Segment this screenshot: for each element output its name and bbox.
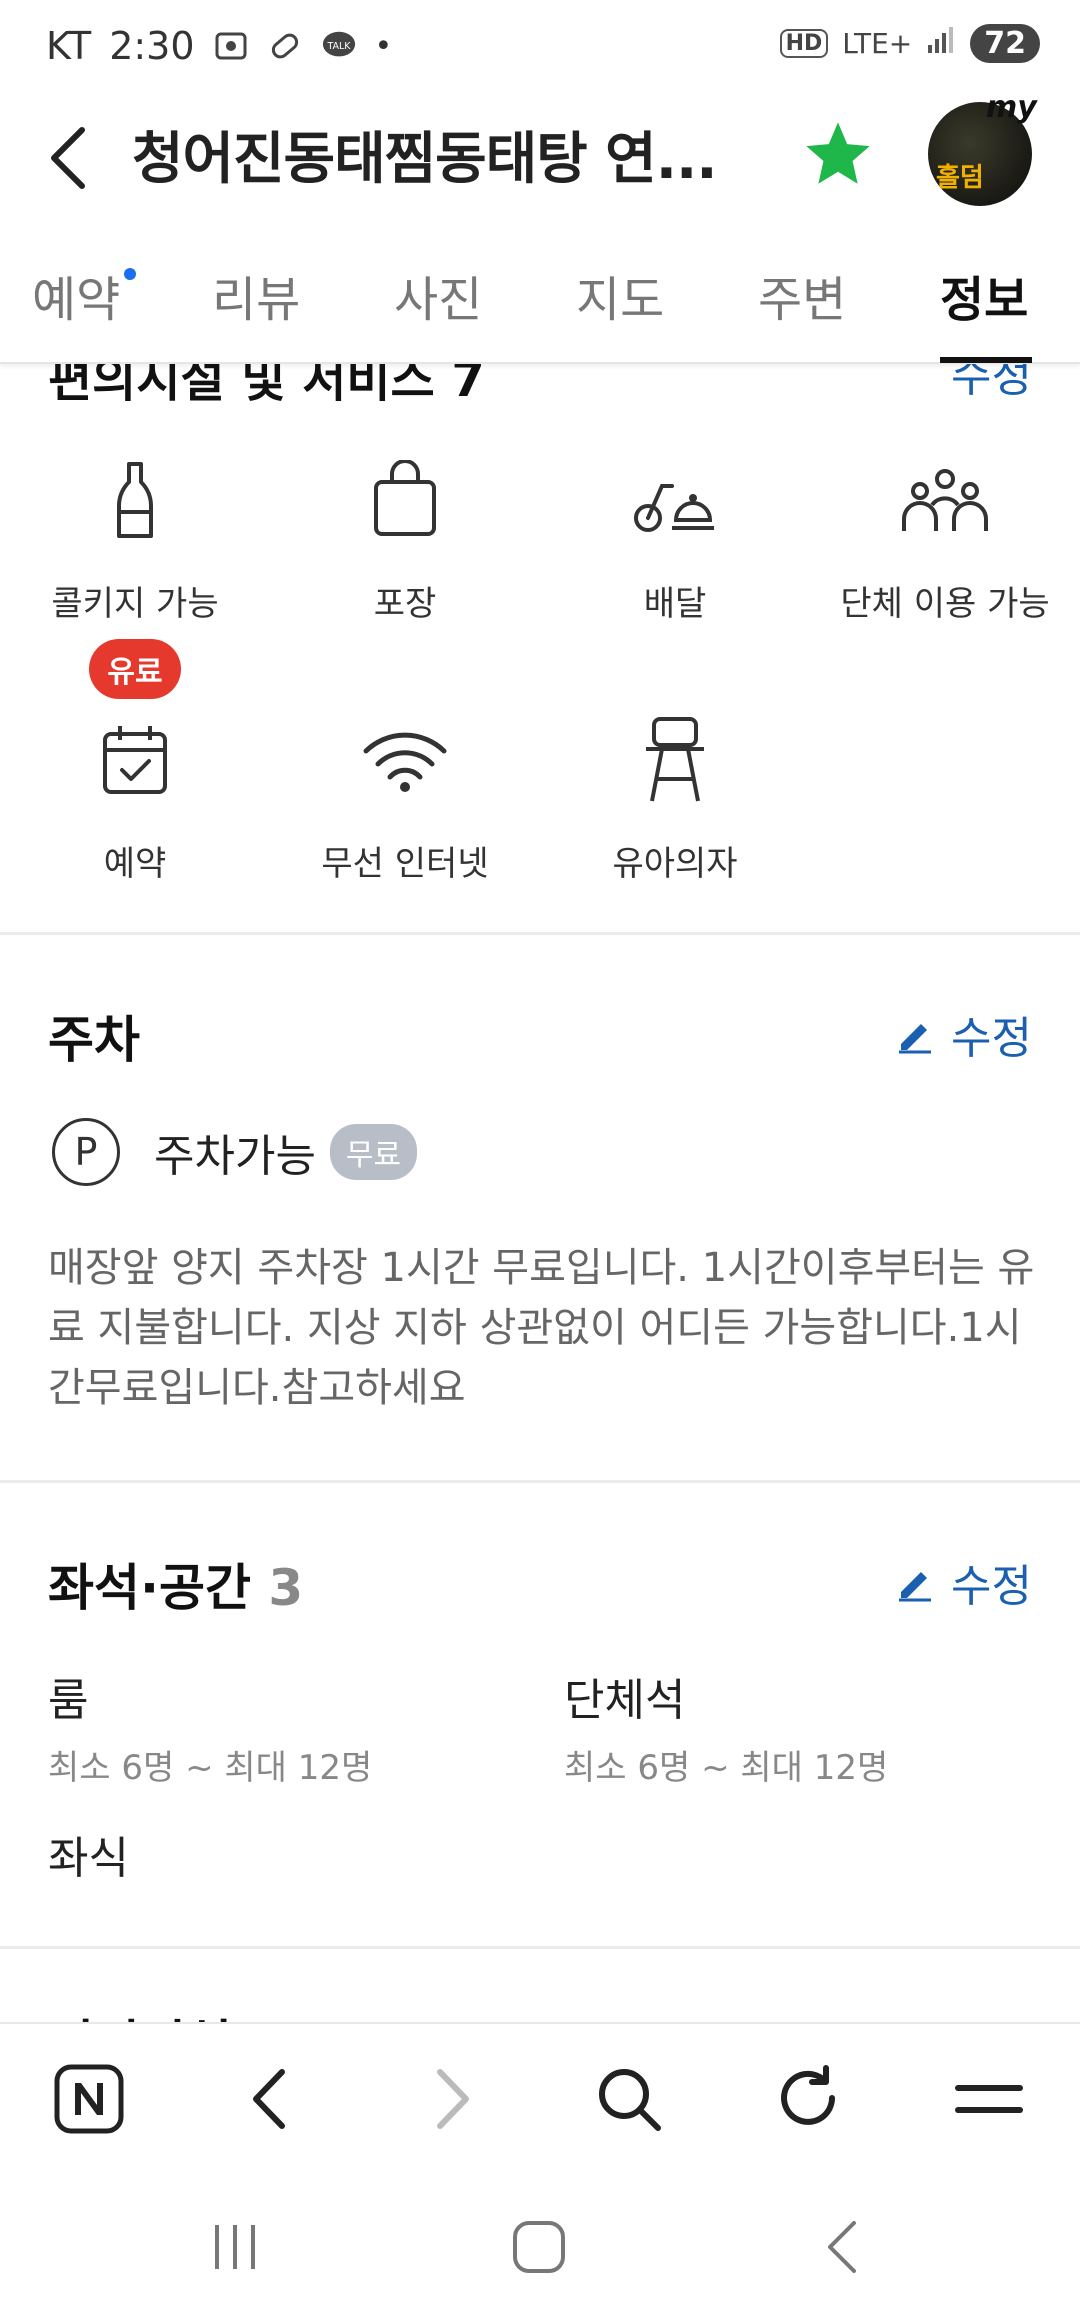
naver-home-button[interactable] bbox=[44, 2054, 134, 2144]
shopping-bag-icon bbox=[355, 450, 455, 550]
status-bar: KT 2:30 TALK • HD LTE+ 72 bbox=[0, 0, 1080, 90]
amenity-high-chair: 유아의자 bbox=[540, 710, 810, 885]
seat-capacity: 최소 6명 ~ 최대 12명 bbox=[48, 1748, 373, 1788]
parking-description: 매장앞 양지 주차장 1시간 무료입니다. 1시간이후부터는 유료 지불합니다.… bbox=[48, 1245, 1035, 1411]
amenity-label: 콜키지 가능 bbox=[51, 584, 219, 624]
wine-bottle-icon bbox=[85, 450, 185, 550]
tab-reservation[interactable]: 예약 bbox=[32, 260, 137, 330]
back-button[interactable] bbox=[38, 118, 98, 198]
seat-item-floor: 좌식 bbox=[48, 1822, 129, 1886]
seat-item-room: 룸 최소 6명 ~ 최대 12명 bbox=[48, 1664, 372, 1789]
parking-status-row: P 주차가능 무료 bbox=[52, 1118, 418, 1186]
seat-name: 좌식 bbox=[48, 1833, 129, 1884]
section-divider bbox=[0, 932, 1080, 935]
back-chevron-icon bbox=[828, 2221, 856, 2273]
chevron-left-icon bbox=[253, 2069, 285, 2129]
recent-apps-icon bbox=[215, 2225, 255, 2269]
time-label: 2:30 bbox=[109, 24, 195, 68]
new-dot-indicator bbox=[124, 268, 137, 280]
naver-n-icon bbox=[54, 2064, 124, 2134]
browser-forward-button[interactable] bbox=[408, 2054, 498, 2144]
amenity-group: 단체 이용 가능 bbox=[810, 450, 1080, 625]
search-icon bbox=[599, 2069, 661, 2131]
amenity-delivery: 배달 bbox=[540, 450, 810, 625]
seat-name: 단체석 bbox=[564, 1675, 686, 1726]
browser-back-button[interactable] bbox=[224, 2054, 314, 2144]
section-divider bbox=[0, 1946, 1080, 1949]
parking-icon: P bbox=[52, 1118, 120, 1186]
amenity-label: 배달 bbox=[643, 584, 707, 624]
favorite-star-button[interactable] bbox=[800, 116, 876, 192]
tab-info[interactable]: 정보 bbox=[940, 260, 1028, 330]
hd-icon: HD bbox=[779, 29, 829, 58]
seating-edit-button[interactable]: 수정 bbox=[895, 1550, 1032, 1614]
parking-title: 주차 bbox=[48, 1011, 140, 1069]
page-title: 청어진동태찜동태탕 연... bbox=[132, 127, 718, 192]
amenity-label: 포장 bbox=[373, 584, 437, 624]
group-icon bbox=[895, 450, 995, 550]
pill-icon bbox=[267, 28, 303, 64]
amenity-corkage: 콜키지 가능 유료 bbox=[0, 450, 270, 699]
screenshot-icon bbox=[213, 28, 249, 64]
place-header: 청어진동태찜동태탕 연... 홀덤 my bbox=[0, 90, 1080, 220]
home-icon bbox=[513, 2221, 565, 2273]
seat-capacity: 최소 6명 ~ 최대 12명 bbox=[564, 1748, 889, 1788]
battery-indicator: 72 bbox=[970, 24, 1040, 63]
amenity-label: 무선 인터넷 bbox=[321, 844, 489, 884]
search-button[interactable] bbox=[584, 2054, 674, 2144]
home-button[interactable] bbox=[494, 2212, 584, 2282]
pencil-icon bbox=[899, 1572, 932, 1602]
amenity-label: 유아의자 bbox=[612, 844, 738, 884]
seat-item-group: 단체석 최소 6명 ~ 최대 12명 bbox=[564, 1664, 888, 1789]
calendar-check-icon bbox=[85, 710, 185, 810]
paid-badge: 유료 bbox=[89, 639, 181, 699]
scooter-icon bbox=[625, 450, 725, 550]
refresh-icon bbox=[781, 2065, 835, 2125]
chevron-right-icon bbox=[437, 2069, 469, 2129]
system-navigation-bar bbox=[0, 2172, 1080, 2316]
tab-map[interactable]: 지도 bbox=[576, 260, 664, 330]
free-badge: 무료 bbox=[329, 1124, 418, 1180]
wifi-icon bbox=[355, 710, 455, 810]
active-tab-indicator bbox=[940, 357, 1032, 363]
carrier-label: KT bbox=[46, 24, 92, 68]
avatar-badge: 홀덤 bbox=[936, 163, 984, 193]
tab-bar: 예약 리뷰 사진 지도 주변 정보 bbox=[0, 240, 1080, 364]
menu-button[interactable] bbox=[944, 2054, 1034, 2144]
tab-review[interactable]: 리뷰 bbox=[212, 260, 300, 330]
refresh-button[interactable] bbox=[764, 2054, 854, 2144]
recent-apps-button[interactable] bbox=[190, 2212, 280, 2282]
amenity-label: 예약 bbox=[103, 844, 167, 884]
svg-text:TALK: TALK bbox=[326, 41, 351, 52]
seating-count: 3 bbox=[268, 1559, 304, 1617]
amenity-wifi: 무선 인터넷 bbox=[270, 710, 540, 885]
pencil-icon bbox=[899, 1024, 932, 1054]
section-divider bbox=[0, 1480, 1080, 1483]
tab-photo[interactable]: 사진 bbox=[394, 260, 482, 330]
seat-name: 룸 bbox=[48, 1675, 89, 1726]
parking-status: 주차가능 bbox=[154, 1131, 316, 1182]
hamburger-icon bbox=[955, 2085, 1023, 2113]
tab-nearby[interactable]: 주변 bbox=[758, 260, 846, 330]
amenity-label: 단체 이용 가능 bbox=[840, 584, 1050, 624]
parking-edit-button[interactable]: 수정 bbox=[895, 1002, 1032, 1066]
avatar-my-label: my bbox=[986, 90, 1037, 125]
network-label: LTE+ bbox=[842, 27, 913, 60]
seating-title: 좌석·공간 3 bbox=[48, 1559, 304, 1617]
amenity-takeout: 포장 bbox=[270, 450, 540, 625]
next-section-heading: 편의시설 bbox=[48, 2004, 232, 2024]
high-chair-icon bbox=[625, 710, 725, 810]
system-back-button[interactable] bbox=[798, 2212, 888, 2282]
talk-icon: TALK bbox=[321, 28, 357, 64]
signal-icon bbox=[926, 25, 956, 62]
amenity-reservation: 예약 bbox=[0, 710, 270, 885]
dot-icon: • bbox=[374, 28, 393, 64]
browser-toolbar bbox=[0, 2022, 1080, 2172]
